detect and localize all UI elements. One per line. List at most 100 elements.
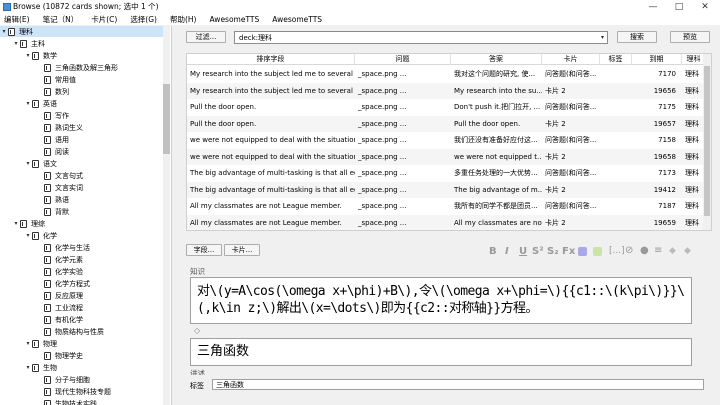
sidebar-item[interactable]: 背默: [36, 206, 165, 217]
tags-input[interactable]: 三角函数: [212, 379, 704, 390]
sidebar-item[interactable]: 熟词生义: [36, 122, 165, 133]
field-2-editor[interactable]: 三角函数: [190, 338, 692, 366]
sidebar-scroll-thumb[interactable]: [163, 84, 170, 154]
sidebar-item[interactable]: 物质结构与性质: [36, 326, 165, 337]
chevron-down-icon[interactable]: ▾: [601, 32, 604, 44]
sidebar-item[interactable]: ▾ 语文: [24, 158, 165, 169]
sidebar-item[interactable]: 文言句式: [36, 170, 165, 181]
sidebar-scrollbar[interactable]: [163, 26, 170, 405]
table-row[interactable]: Pull the door open. _space.png ... Pull th…: [187, 115, 711, 132]
table-row[interactable]: Pull the door open. _space.png ... Don't p…: [187, 99, 711, 116]
menu-icon[interactable]: ≡: [654, 245, 662, 256]
sidebar-item[interactable]: 文言实词: [36, 182, 165, 193]
column-header-sort-field[interactable]: 排序字段: [187, 54, 355, 65]
table-row[interactable]: we were not equipped to deal with the si…: [187, 148, 711, 165]
bold-icon[interactable]: B: [489, 246, 497, 257]
table-scrollbar[interactable]: [703, 54, 711, 230]
sidebar-item[interactable]: 生物技术实践: [36, 398, 165, 405]
table-row[interactable]: The big advantage of multi-tasking is th…: [187, 181, 711, 198]
chevron-down-icon[interactable]: ▾: [0, 28, 8, 35]
table-row[interactable]: My research into the subject led me to s…: [187, 66, 711, 83]
table-cell: 问答题(和问答...: [545, 103, 597, 111]
sidebar-item[interactable]: ▾ 化学: [24, 230, 165, 241]
sidebar-item[interactable]: 语用: [36, 134, 165, 145]
sidebar-item-label: 数学: [43, 51, 57, 60]
sidebar-item[interactable]: ▾ 英语: [24, 98, 165, 109]
menu-edit[interactable]: 编辑(E): [4, 14, 30, 25]
text-color-icon[interactable]: [578, 247, 587, 256]
column-header-card[interactable]: 卡片: [542, 54, 600, 65]
sidebar-item[interactable]: 现代生物科技专题: [36, 386, 165, 397]
chevron-down-icon[interactable]: ▾: [24, 100, 32, 107]
cards-button[interactable]: 卡片...: [224, 244, 260, 256]
sidebar-item[interactable]: ▾ 物理: [24, 338, 165, 349]
menu-go[interactable]: 选择(G): [130, 14, 157, 25]
underline-icon[interactable]: U: [519, 246, 527, 257]
sidebar-item[interactable]: ▾ 主科: [12, 38, 165, 49]
sidebar-item[interactable]: ▾ 理科: [0, 26, 165, 37]
record-audio-icon[interactable]: ●: [640, 245, 649, 256]
table-row[interactable]: All my classmates are not League member.…: [187, 198, 711, 215]
sidebar-item[interactable]: 三角函数及解三角形: [36, 62, 165, 73]
clear-format-icon[interactable]: Fx: [562, 246, 575, 257]
sidebar-item[interactable]: 化学与生活: [36, 242, 165, 253]
minimize-button[interactable]: —: [640, 0, 666, 13]
close-button[interactable]: ✕: [692, 0, 718, 13]
maximize-button[interactable]: □: [666, 0, 692, 13]
sidebar-item[interactable]: 阅读: [36, 146, 165, 157]
chevron-down-icon[interactable]: ▾: [24, 340, 32, 347]
sidebar-item[interactable]: ▾ 数学: [24, 50, 165, 61]
column-header-question[interactable]: 问题: [355, 54, 451, 65]
sidebar-item[interactable]: 熟语: [36, 194, 165, 205]
tts-settings-icon[interactable]: ◆: [684, 246, 691, 256]
sidebar-item[interactable]: ▾ 理综: [12, 218, 165, 229]
table-row[interactable]: we were not equipped to deal with the si…: [187, 132, 711, 149]
chevron-down-icon[interactable]: ▾: [12, 220, 20, 227]
field-knowledge-editor[interactable]: 对\(y=A\cos(\omega x+\phi)+B\),令\(\omega …: [190, 277, 692, 324]
sidebar-item[interactable]: 化学实验: [36, 266, 165, 277]
sidebar-item[interactable]: ▾ 生物: [24, 362, 165, 373]
column-header-due[interactable]: 到期: [632, 54, 682, 65]
sidebar-item[interactable]: 反应原理: [36, 290, 165, 301]
table-scroll-thumb[interactable]: [704, 66, 710, 216]
menu-help[interactable]: 帮助(H): [170, 14, 197, 25]
chevron-down-icon[interactable]: ▾: [24, 52, 32, 59]
preview-button[interactable]: 预览: [670, 31, 710, 43]
menu-notes[interactable]: 笔记（N）: [43, 14, 79, 25]
chevron-down-icon[interactable]: ▾: [24, 232, 32, 239]
column-header-answer[interactable]: 答案: [451, 54, 542, 65]
sidebar-item[interactable]: 数列: [36, 86, 165, 97]
menu-awesometts-1[interactable]: AwesomeTTS: [209, 15, 259, 24]
highlight-color-icon[interactable]: [593, 247, 602, 256]
sidebar-item[interactable]: 分子与细胞: [36, 374, 165, 385]
sidebar-item[interactable]: 有机化学: [36, 314, 165, 325]
sidebar-item[interactable]: 常用值: [36, 74, 165, 85]
superscript-icon[interactable]: S²: [532, 246, 544, 257]
code-toggle-icon[interactable]: ◇: [194, 326, 200, 335]
fields-button[interactable]: 字段...: [186, 244, 222, 256]
table-row[interactable]: The big advantage of multi-tasking is th…: [187, 165, 711, 182]
table-row[interactable]: All my classmates are not League member.…: [187, 214, 711, 230]
sidebar-item[interactable]: 写作: [36, 110, 165, 121]
tts-icon[interactable]: ◆: [669, 246, 676, 256]
filter-button[interactable]: 过滤...: [186, 31, 226, 43]
menu-awesometts-2[interactable]: AwesomeTTS: [272, 15, 322, 24]
table-row[interactable]: My research into the subject led me to s…: [187, 82, 711, 99]
sidebar-item[interactable]: 化学方程式: [36, 278, 165, 289]
subscript-icon[interactable]: S₂: [547, 246, 559, 257]
search-button[interactable]: 搜索: [617, 31, 657, 43]
column-header-tags[interactable]: 标签: [600, 54, 632, 65]
menu-cards[interactable]: 卡片(C): [91, 14, 117, 25]
sidebar-item[interactable]: 物理学史: [36, 350, 165, 361]
chevron-down-icon[interactable]: ▾: [24, 160, 32, 167]
chevron-down-icon[interactable]: ▾: [12, 40, 20, 47]
italic-icon[interactable]: I: [505, 246, 509, 257]
attach-icon[interactable]: ⊘: [625, 245, 633, 256]
deck-icon: [32, 99, 39, 108]
editor-scrollbar[interactable]: [704, 262, 712, 374]
search-input[interactable]: deck:理科 ▾: [234, 31, 608, 44]
sidebar-item[interactable]: 工业流程: [36, 302, 165, 313]
sidebar-item[interactable]: 化学元素: [36, 254, 165, 265]
cloze-icon[interactable]: [...]: [609, 246, 625, 256]
chevron-down-icon[interactable]: ▾: [24, 364, 32, 371]
